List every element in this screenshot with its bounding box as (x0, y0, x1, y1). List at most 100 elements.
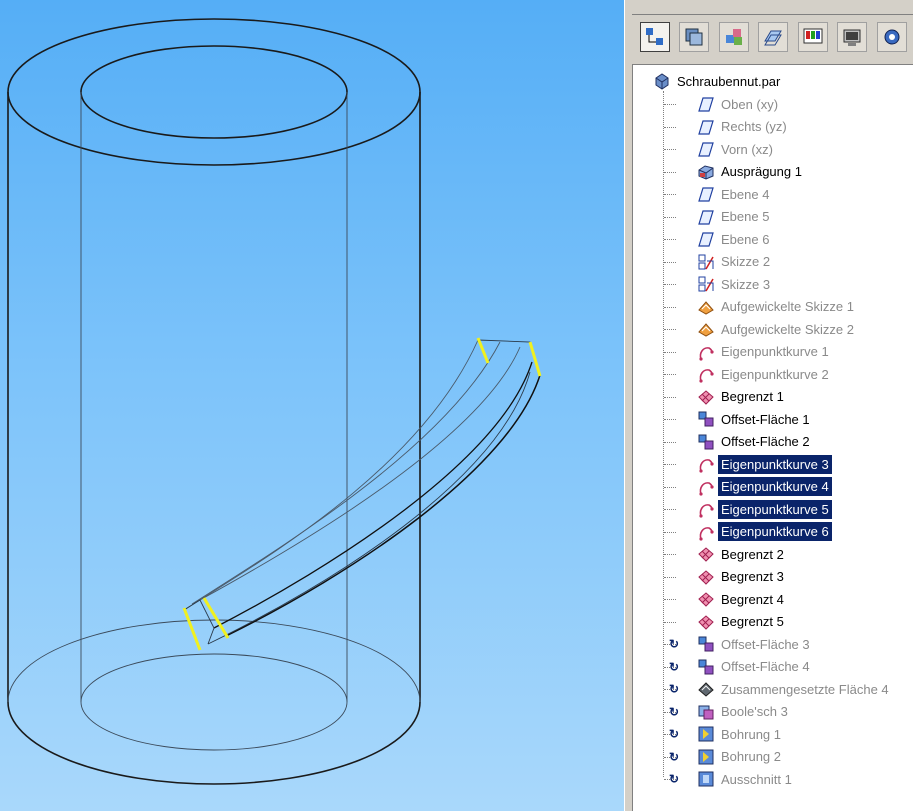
tree-item[interactable]: Ausprägung 1 (697, 161, 805, 183)
tree-item-label: Begrenzt 5 (721, 614, 784, 629)
highlight-edge-3 (182, 607, 202, 651)
rollback-arrow-icon[interactable]: ↻ (667, 746, 681, 768)
tree-item[interactable]: Begrenzt 4 (697, 588, 787, 610)
tree-item[interactable]: Skizze 3 (697, 273, 773, 295)
tree-item[interactable]: ↻ Bohrung 1 (667, 723, 784, 745)
plane-icon (697, 140, 715, 158)
rollback-arrow-icon[interactable]: ↻ (667, 656, 681, 678)
tree-item[interactable]: Begrenzt 2 (697, 543, 787, 565)
extrude-icon (697, 163, 715, 181)
tree-item[interactable]: Vorn (xz) (697, 138, 776, 160)
tree-item[interactable]: Begrenzt 5 (697, 611, 787, 633)
tree-connector-branch (664, 261, 676, 263)
tree-item[interactable]: Ebene 5 (697, 206, 772, 228)
tree-connector-branch (664, 306, 676, 308)
feature-pathfinder-icon[interactable] (640, 22, 670, 52)
tree-item[interactable]: ↻ Ausschnitt 1 (667, 768, 795, 790)
splitter[interactable] (624, 0, 632, 811)
tree-root[interactable]: Schraubennut.par (653, 70, 783, 92)
tree-item[interactable]: ↻ Bohrung 2 (667, 746, 784, 768)
tree-connector-branch (664, 329, 676, 330)
tree-connector-branch (664, 171, 676, 173)
tree-connector-branch (664, 396, 676, 398)
colors-icon[interactable] (797, 22, 828, 52)
tree-item-label: Ausschnitt 1 (721, 771, 792, 787)
wrapped-sketch-icon (697, 320, 715, 338)
bottom-outer-back (7, 619, 421, 703)
tree-connector-branch (664, 509, 676, 510)
offset-surface-icon (697, 658, 715, 676)
offset-surface-icon (697, 635, 715, 653)
bounded-surface-icon (697, 613, 715, 631)
tree-item-label: Begrenzt 2 (721, 546, 784, 562)
rollback-arrow-icon[interactable]: ↻ (667, 701, 681, 723)
tree-item[interactable]: Eigenpunktkurve 1 (697, 341, 832, 363)
tree-item[interactable]: Eigenpunktkurve 5 (697, 498, 832, 520)
tree-root-label: Schraubennut.par (677, 73, 781, 89)
tree-item[interactable]: ↻ Offset-Fläche 3 (667, 633, 813, 655)
highlight-edge-2 (528, 341, 542, 377)
sketch-icon (697, 275, 715, 293)
groove-edge-4 (225, 374, 541, 637)
tree-item[interactable]: Aufgewickelte Skizze 2 (697, 318, 857, 340)
tree-connector-branch (664, 419, 676, 420)
pathfinder-toolbar (640, 22, 913, 58)
tree-item[interactable]: Ebene 4 (697, 183, 772, 205)
bounded-surface-icon (697, 388, 715, 406)
tree-item[interactable]: Eigenpunktkurve 3 (697, 453, 832, 475)
tree-connector-branch (664, 104, 676, 105)
tree-item-label: Skizze 2 (721, 254, 771, 269)
stitched-surface-icon (697, 680, 715, 698)
hole-icon (697, 725, 715, 743)
plane-icon (697, 95, 715, 113)
tree-connector-branch (664, 621, 676, 623)
settings-icon[interactable] (876, 22, 907, 52)
tree-item[interactable]: ↻ Zusammengesetzte Fläche 4 (667, 678, 892, 700)
tree-item[interactable]: Skizze 2 (697, 251, 773, 273)
rollback-arrow-icon[interactable]: ↻ (667, 768, 681, 790)
assembly-icon[interactable] (718, 22, 749, 52)
cylinder-model[interactable] (0, 0, 624, 811)
highlighted-edges (182, 337, 542, 651)
tree-item-label: Eigenpunktkurve 3 (718, 454, 832, 474)
tree-item[interactable]: Oben (xy) (697, 93, 781, 115)
tree-item-label: Eigenpunktkurve 2 (721, 366, 829, 382)
tree-item-label: Vorn (xz) (721, 141, 774, 157)
tree-item[interactable]: Begrenzt 1 (697, 386, 787, 408)
bottom-outer-front (7, 701, 421, 785)
tree-item[interactable]: Offset-Fläche 1 (697, 408, 813, 430)
tree-item-label: Offset-Fläche 4 (721, 659, 810, 674)
tree-item[interactable]: Rechts (yz) (697, 116, 790, 138)
graphics-viewport[interactable] (0, 0, 624, 811)
tree-connector-branch (664, 531, 676, 533)
render-icon[interactable] (837, 22, 868, 52)
plane-icon (697, 185, 715, 203)
layers-icon[interactable] (679, 22, 710, 52)
rollback-arrow-icon[interactable]: ↻ (667, 633, 681, 655)
bounded-surface-icon (697, 545, 715, 563)
tree-item[interactable]: ↻ Offset-Fläche 4 (667, 656, 813, 678)
plane-icon (697, 208, 715, 226)
tree-item-label: Rechts (yz) (721, 119, 787, 134)
tree-item-label: Zusammengesetzte Fläche 4 (721, 681, 889, 697)
keypoint-curve-icon (697, 365, 715, 383)
tree-item[interactable]: Begrenzt 3 (697, 566, 787, 588)
tree-item[interactable]: Aufgewickelte Skizze 1 (697, 296, 857, 318)
offset-surface-icon (697, 410, 715, 428)
tree-item-label: Begrenzt 4 (721, 591, 784, 607)
tree-item-label: Eigenpunktkurve 6 (718, 522, 832, 541)
tree-item[interactable]: Offset-Fläche 2 (697, 431, 813, 453)
planes-icon[interactable] (758, 22, 789, 52)
tree-item[interactable]: ↻ Boole'sch 3 (667, 701, 791, 723)
tree-connector-branch (664, 194, 676, 195)
bounded-surface-icon (697, 568, 715, 586)
rollback-arrow-icon[interactable]: ↻ (667, 678, 681, 700)
tree-item[interactable]: Eigenpunktkurve 4 (697, 476, 832, 498)
rollback-arrow-icon[interactable]: ↻ (667, 723, 681, 745)
tree-item[interactable]: Eigenpunktkurve 2 (697, 363, 832, 385)
tree-item-label: Oben (xy) (721, 96, 779, 112)
tree-item-label: Ebene 6 (721, 231, 770, 247)
tree-item[interactable]: Ebene 6 (697, 228, 772, 250)
tree-connector-branch (664, 599, 676, 600)
tree-item[interactable]: Eigenpunktkurve 6 (697, 521, 832, 543)
